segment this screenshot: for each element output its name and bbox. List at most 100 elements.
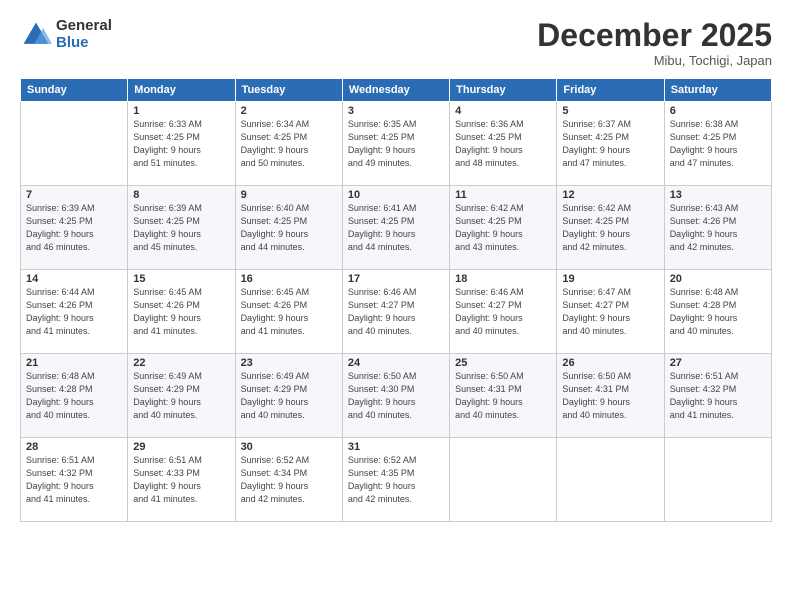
day-number: 25 [455,357,551,369]
day-info: Sunrise: 6:42 AMSunset: 4:25 PMDaylight:… [562,202,658,254]
calendar-cell-w3-d2: 16Sunrise: 6:45 AMSunset: 4:26 PMDayligh… [235,270,342,354]
location: Mibu, Tochigi, Japan [537,53,772,68]
day-info: Sunrise: 6:49 AMSunset: 4:29 PMDaylight:… [133,370,229,422]
calendar-cell-w1-d4: 4Sunrise: 6:36 AMSunset: 4:25 PMDaylight… [450,102,557,186]
calendar-cell-w5-d1: 29Sunrise: 6:51 AMSunset: 4:33 PMDayligh… [128,438,235,522]
week-row-3: 14Sunrise: 6:44 AMSunset: 4:26 PMDayligh… [21,270,772,354]
day-info: Sunrise: 6:50 AMSunset: 4:30 PMDaylight:… [348,370,444,422]
day-info: Sunrise: 6:50 AMSunset: 4:31 PMDaylight:… [455,370,551,422]
calendar-cell-w1-d6: 6Sunrise: 6:38 AMSunset: 4:25 PMDaylight… [664,102,771,186]
day-info: Sunrise: 6:52 AMSunset: 4:34 PMDaylight:… [241,454,337,506]
calendar-cell-w5-d5 [557,438,664,522]
day-info: Sunrise: 6:48 AMSunset: 4:28 PMDaylight:… [26,370,122,422]
calendar-cell-w2-d1: 8Sunrise: 6:39 AMSunset: 4:25 PMDaylight… [128,186,235,270]
calendar-cell-w3-d1: 15Sunrise: 6:45 AMSunset: 4:26 PMDayligh… [128,270,235,354]
day-info: Sunrise: 6:38 AMSunset: 4:25 PMDaylight:… [670,118,766,170]
week-row-2: 7Sunrise: 6:39 AMSunset: 4:25 PMDaylight… [21,186,772,270]
day-number: 23 [241,357,337,369]
day-info: Sunrise: 6:52 AMSunset: 4:35 PMDaylight:… [348,454,444,506]
calendar-cell-w4-d6: 27Sunrise: 6:51 AMSunset: 4:32 PMDayligh… [664,354,771,438]
day-number: 8 [133,189,229,201]
day-number: 16 [241,273,337,285]
header: General Blue December 2025 Mibu, Tochigi… [20,18,772,68]
day-number: 24 [348,357,444,369]
header-monday: Monday [128,79,235,102]
day-number: 4 [455,105,551,117]
day-info: Sunrise: 6:36 AMSunset: 4:25 PMDaylight:… [455,118,551,170]
day-info: Sunrise: 6:51 AMSunset: 4:33 PMDaylight:… [133,454,229,506]
calendar-cell-w1-d1: 1Sunrise: 6:33 AMSunset: 4:25 PMDaylight… [128,102,235,186]
day-info: Sunrise: 6:49 AMSunset: 4:29 PMDaylight:… [241,370,337,422]
day-number: 14 [26,273,122,285]
calendar-cell-w4-d1: 22Sunrise: 6:49 AMSunset: 4:29 PMDayligh… [128,354,235,438]
day-number: 17 [348,273,444,285]
calendar-cell-w2-d5: 12Sunrise: 6:42 AMSunset: 4:25 PMDayligh… [557,186,664,270]
calendar-cell-w5-d4 [450,438,557,522]
calendar-cell-w5-d0: 28Sunrise: 6:51 AMSunset: 4:32 PMDayligh… [21,438,128,522]
day-number: 6 [670,105,766,117]
header-tuesday: Tuesday [235,79,342,102]
calendar-cell-w1-d3: 3Sunrise: 6:35 AMSunset: 4:25 PMDaylight… [342,102,449,186]
day-info: Sunrise: 6:42 AMSunset: 4:25 PMDaylight:… [455,202,551,254]
calendar-table: Sunday Monday Tuesday Wednesday Thursday… [20,78,772,522]
page: General Blue December 2025 Mibu, Tochigi… [0,0,792,612]
calendar-cell-w4-d2: 23Sunrise: 6:49 AMSunset: 4:29 PMDayligh… [235,354,342,438]
day-number: 29 [133,441,229,453]
day-number: 19 [562,273,658,285]
day-number: 20 [670,273,766,285]
week-row-5: 28Sunrise: 6:51 AMSunset: 4:32 PMDayligh… [21,438,772,522]
day-info: Sunrise: 6:48 AMSunset: 4:28 PMDaylight:… [670,286,766,338]
calendar-cell-w2-d3: 10Sunrise: 6:41 AMSunset: 4:25 PMDayligh… [342,186,449,270]
day-info: Sunrise: 6:46 AMSunset: 4:27 PMDaylight:… [455,286,551,338]
logo-blue-text: Blue [56,35,112,52]
calendar-cell-w1-d5: 5Sunrise: 6:37 AMSunset: 4:25 PMDaylight… [557,102,664,186]
day-number: 11 [455,189,551,201]
month-title: December 2025 [537,18,772,53]
calendar-cell-w5-d3: 31Sunrise: 6:52 AMSunset: 4:35 PMDayligh… [342,438,449,522]
calendar-cell-w5-d2: 30Sunrise: 6:52 AMSunset: 4:34 PMDayligh… [235,438,342,522]
day-info: Sunrise: 6:45 AMSunset: 4:26 PMDaylight:… [133,286,229,338]
day-info: Sunrise: 6:51 AMSunset: 4:32 PMDaylight:… [670,370,766,422]
day-number: 7 [26,189,122,201]
day-info: Sunrise: 6:47 AMSunset: 4:27 PMDaylight:… [562,286,658,338]
day-number: 5 [562,105,658,117]
day-info: Sunrise: 6:39 AMSunset: 4:25 PMDaylight:… [26,202,122,254]
day-info: Sunrise: 6:46 AMSunset: 4:27 PMDaylight:… [348,286,444,338]
day-number: 2 [241,105,337,117]
day-number: 21 [26,357,122,369]
day-number: 31 [348,441,444,453]
header-thursday: Thursday [450,79,557,102]
week-row-1: 1Sunrise: 6:33 AMSunset: 4:25 PMDaylight… [21,102,772,186]
calendar-cell-w4-d4: 25Sunrise: 6:50 AMSunset: 4:31 PMDayligh… [450,354,557,438]
day-number: 27 [670,357,766,369]
day-info: Sunrise: 6:39 AMSunset: 4:25 PMDaylight:… [133,202,229,254]
day-info: Sunrise: 6:50 AMSunset: 4:31 PMDaylight:… [562,370,658,422]
day-number: 13 [670,189,766,201]
title-block: December 2025 Mibu, Tochigi, Japan [537,18,772,68]
header-friday: Friday [557,79,664,102]
calendar-cell-w3-d5: 19Sunrise: 6:47 AMSunset: 4:27 PMDayligh… [557,270,664,354]
day-info: Sunrise: 6:41 AMSunset: 4:25 PMDaylight:… [348,202,444,254]
day-number: 12 [562,189,658,201]
day-info: Sunrise: 6:40 AMSunset: 4:25 PMDaylight:… [241,202,337,254]
day-number: 28 [26,441,122,453]
week-row-4: 21Sunrise: 6:48 AMSunset: 4:28 PMDayligh… [21,354,772,438]
day-number: 22 [133,357,229,369]
header-saturday: Saturday [664,79,771,102]
day-number: 18 [455,273,551,285]
calendar-cell-w4-d3: 24Sunrise: 6:50 AMSunset: 4:30 PMDayligh… [342,354,449,438]
day-info: Sunrise: 6:37 AMSunset: 4:25 PMDaylight:… [562,118,658,170]
logo-icon [20,19,52,51]
calendar-cell-w4-d0: 21Sunrise: 6:48 AMSunset: 4:28 PMDayligh… [21,354,128,438]
calendar-cell-w5-d6 [664,438,771,522]
calendar-cell-w3-d0: 14Sunrise: 6:44 AMSunset: 4:26 PMDayligh… [21,270,128,354]
weekday-header-row: Sunday Monday Tuesday Wednesday Thursday… [21,79,772,102]
day-number: 30 [241,441,337,453]
day-number: 9 [241,189,337,201]
calendar-cell-w2-d0: 7Sunrise: 6:39 AMSunset: 4:25 PMDaylight… [21,186,128,270]
day-number: 26 [562,357,658,369]
calendar-cell-w3-d3: 17Sunrise: 6:46 AMSunset: 4:27 PMDayligh… [342,270,449,354]
day-info: Sunrise: 6:44 AMSunset: 4:26 PMDaylight:… [26,286,122,338]
day-info: Sunrise: 6:43 AMSunset: 4:26 PMDaylight:… [670,202,766,254]
day-info: Sunrise: 6:35 AMSunset: 4:25 PMDaylight:… [348,118,444,170]
